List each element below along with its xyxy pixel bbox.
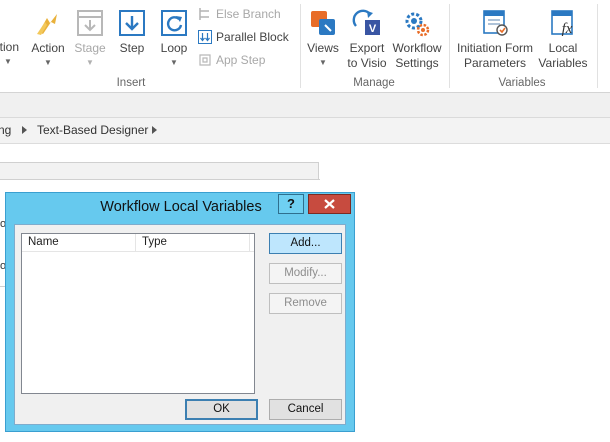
manage-group-label: Manage xyxy=(353,77,395,89)
loop-label: Loop xyxy=(160,41,188,55)
export-label-line1: Export xyxy=(349,41,385,55)
action-button[interactable]: Action ▼ xyxy=(28,8,68,68)
svg-text:fx: fx xyxy=(562,21,573,37)
stage-label: Stage xyxy=(74,41,106,55)
column-header-name[interactable]: Name xyxy=(22,234,136,251)
chevron-down-icon: ▼ xyxy=(319,58,327,67)
breadcrumb-arrow-icon xyxy=(22,126,27,134)
ok-button[interactable]: OK xyxy=(185,399,258,420)
chevron-down-icon: ▼ xyxy=(44,58,52,67)
breadcrumb-item[interactable]: Text-Based Designer xyxy=(37,123,148,137)
cancel-button[interactable]: Cancel xyxy=(269,399,342,420)
initiation-label-line2: Parameters xyxy=(463,56,527,70)
variables-group-label: Variables xyxy=(498,77,546,89)
form-parameters-icon xyxy=(483,10,508,36)
condition-button[interactable]: ition ▼ xyxy=(0,40,26,67)
workflow-local-variables-dialog: Workflow Local Variables ? Name Type Add… xyxy=(5,192,355,432)
ribbon: ition ▼ Action ▼ Stage ▼ Step Loop xyxy=(0,0,610,93)
chevron-down-icon: ▼ xyxy=(170,58,178,67)
chevron-down-icon: ▼ xyxy=(4,57,12,66)
variables-list[interactable]: Name Type xyxy=(21,233,255,394)
breadcrumb: ng Text-Based Designer xyxy=(0,118,610,144)
group-separator xyxy=(449,4,450,88)
condition-label: ition xyxy=(0,40,19,54)
breadcrumb-item[interactable]: ng xyxy=(0,123,11,137)
step-icon xyxy=(119,10,145,36)
views-icon xyxy=(311,11,335,35)
settings-label-line2: Settings xyxy=(395,56,439,70)
settings-label-line1: Workflow xyxy=(392,41,442,55)
export-label-line2: to Visio xyxy=(347,56,387,70)
export-to-visio-button[interactable]: V Export to Visio xyxy=(344,8,390,71)
group-separator xyxy=(597,4,598,88)
local-variables-button[interactable]: fx Local Variables xyxy=(538,8,588,71)
views-button[interactable]: Views ▼ xyxy=(305,8,341,68)
gear-icon xyxy=(405,12,430,37)
else-branch-button[interactable]: Else Branch xyxy=(198,6,281,22)
insert-group-label: Insert xyxy=(116,77,146,89)
add-button[interactable]: Add... xyxy=(269,233,342,254)
action-label: Action xyxy=(31,41,65,55)
workflow-settings-button[interactable]: Workflow Settings xyxy=(389,8,445,71)
visio-icon: V xyxy=(352,9,380,35)
else-branch-label: Else Branch xyxy=(216,7,281,21)
initiation-label-line1: Initiation Form xyxy=(456,41,534,55)
parallel-block-icon xyxy=(198,30,212,44)
ribbon-footer-band xyxy=(0,93,610,118)
chevron-down-icon: ▼ xyxy=(86,58,94,67)
app-step-button[interactable]: App Step xyxy=(198,52,265,68)
else-branch-icon xyxy=(199,8,209,20)
help-button[interactable]: ? xyxy=(278,194,304,214)
app-step-icon xyxy=(199,54,211,66)
app-step-label: App Step xyxy=(216,53,266,67)
lightning-icon xyxy=(37,14,57,35)
remove-button[interactable]: Remove xyxy=(269,293,342,314)
loop-icon xyxy=(161,10,187,36)
step-button[interactable]: Step xyxy=(114,8,150,56)
stage-button[interactable]: Stage ▼ xyxy=(72,8,108,68)
svg-text:V: V xyxy=(369,23,377,35)
local-label-line1: Local xyxy=(548,41,578,55)
list-header: Name Type xyxy=(22,234,254,252)
parallel-block-label: Parallel Block xyxy=(216,30,289,44)
stage-icon xyxy=(77,10,103,36)
loop-button[interactable]: Loop ▼ xyxy=(156,8,192,68)
close-button[interactable] xyxy=(308,194,351,214)
views-label: Views xyxy=(307,41,339,55)
modify-button[interactable]: Modify... xyxy=(269,263,342,284)
dialog-client-area: Name Type Add... Modify... Remove OK Can… xyxy=(14,224,346,425)
group-separator xyxy=(300,4,301,88)
initiation-form-parameters-button[interactable]: Initiation Form Parameters xyxy=(453,8,537,71)
local-variables-icon: fx xyxy=(551,10,573,37)
breadcrumb-arrow-icon xyxy=(152,126,157,134)
parallel-block-button[interactable]: Parallel Block xyxy=(198,29,289,45)
column-header-type[interactable]: Type xyxy=(136,234,250,251)
local-label-line2: Variables xyxy=(538,56,588,70)
close-icon xyxy=(324,199,335,209)
step-label: Step xyxy=(119,41,145,55)
